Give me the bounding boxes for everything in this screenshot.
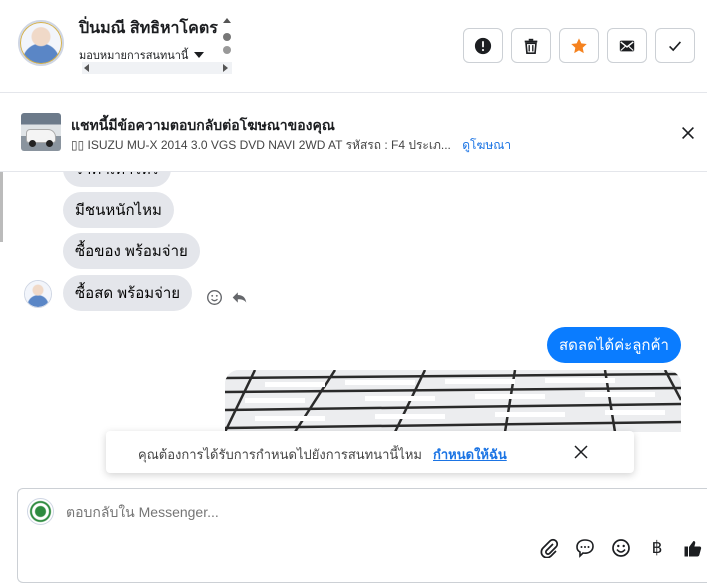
close-icon[interactable] bbox=[574, 445, 588, 459]
contact-avatar[interactable] bbox=[18, 20, 64, 66]
horizontal-scrollbar[interactable] bbox=[82, 62, 232, 74]
scroll-thumb[interactable] bbox=[223, 33, 231, 41]
ad-reply-banner: แชทนี้มีข้อความตอบกลับต่อโฆษณาของคุณ ▯▯ … bbox=[0, 94, 707, 172]
envelope-icon bbox=[619, 40, 635, 51]
incoming-message[interactable]: ซื้อของ พร้อมจ่าย bbox=[63, 233, 200, 269]
ad-thumbnail[interactable] bbox=[21, 113, 61, 151]
contact-name[interactable]: ปิ่นมณี สิทธิหาโคตร bbox=[79, 16, 218, 41]
scroll-left-arrow-icon[interactable] bbox=[84, 64, 89, 72]
ad-banner-subtitle: ▯▯ ISUZU MU-X 2014 3.0 VGS DVD NAVI 2WD … bbox=[71, 136, 511, 155]
reply-input[interactable] bbox=[66, 504, 566, 520]
ad-banner-title: แชทนี้มีข้อความตอบกลับต่อโฆษณาของคุณ bbox=[71, 117, 335, 133]
chevron-down-icon bbox=[194, 52, 205, 58]
page-avatar bbox=[27, 498, 54, 525]
payment-button[interactable]: ฿ bbox=[646, 537, 668, 559]
react-emoji-icon[interactable] bbox=[206, 289, 223, 306]
like-button[interactable] bbox=[682, 537, 704, 559]
scroll-thumb-2 bbox=[223, 46, 231, 54]
thumbs-up-icon bbox=[684, 541, 702, 557]
shared-photo[interactable] bbox=[225, 370, 681, 432]
vertical-scrollbar[interactable] bbox=[222, 18, 232, 58]
attach-button[interactable] bbox=[538, 537, 560, 559]
incoming-message[interactable]: ซื้อสด พร้อมจ่าย bbox=[63, 275, 193, 311]
alert-circle-icon bbox=[474, 37, 492, 54]
scroll-up-arrow-icon[interactable] bbox=[223, 18, 231, 23]
assign-prompt: คุณต้องการได้รับการกำหนดไปยังการสนทนานี้… bbox=[106, 431, 634, 473]
outgoing-message[interactable]: สดลดได้ค่ะลูกค้า bbox=[547, 327, 681, 363]
conversation-header: ปิ่นมณี สิทธิหาโคตร มอบหมายการสนทนานี้ bbox=[0, 0, 707, 93]
trash-icon bbox=[524, 38, 538, 54]
message-composer: ฿ bbox=[17, 488, 707, 583]
attach-icon bbox=[540, 538, 559, 558]
mark-done-button[interactable] bbox=[655, 28, 695, 63]
sender-avatar[interactable] bbox=[24, 280, 52, 308]
view-ad-link[interactable]: ดูโฆษณา bbox=[462, 138, 511, 152]
saved-replies-button[interactable] bbox=[574, 537, 596, 559]
message-text: มีชนหนักไหม bbox=[75, 202, 162, 219]
message-text: ซื้อสด พร้อมจ่าย bbox=[75, 285, 181, 302]
check-icon bbox=[669, 40, 682, 51]
header-actions bbox=[463, 28, 695, 63]
baht-icon: ฿ bbox=[651, 538, 663, 557]
star-icon bbox=[571, 37, 587, 53]
message-text: สดลดได้ค่ะลูกค้า bbox=[559, 337, 669, 354]
scroll-right-arrow-icon[interactable] bbox=[223, 64, 228, 72]
incoming-message[interactable]: มีชนหนักไหม bbox=[63, 192, 174, 228]
star-button[interactable] bbox=[559, 28, 599, 63]
mark-unread-button[interactable] bbox=[607, 28, 647, 63]
ceiling-image bbox=[225, 370, 681, 432]
message-actions bbox=[206, 289, 248, 306]
reply-arrow-icon[interactable] bbox=[231, 289, 248, 306]
emoji-button[interactable] bbox=[610, 537, 632, 559]
emoji-icon bbox=[612, 539, 630, 557]
delete-button[interactable] bbox=[511, 28, 551, 63]
ad-description: ▯▯ ISUZU MU-X 2014 3.0 VGS DVD NAVI 2WD … bbox=[71, 138, 451, 152]
close-icon[interactable] bbox=[679, 124, 697, 142]
message-text: ซื้อของ พร้อมจ่าย bbox=[75, 243, 188, 260]
assign-prompt-text: คุณต้องการได้รับการกำหนดไปยังการสนทนานี้… bbox=[138, 447, 422, 462]
composer-tools: ฿ bbox=[538, 537, 704, 559]
assign-to-me-link[interactable]: กำหนดให้ฉัน bbox=[433, 444, 507, 465]
left-scroll-edge bbox=[0, 172, 3, 242]
chat-bubble-icon bbox=[576, 539, 594, 558]
mark-spam-button[interactable] bbox=[463, 28, 503, 63]
